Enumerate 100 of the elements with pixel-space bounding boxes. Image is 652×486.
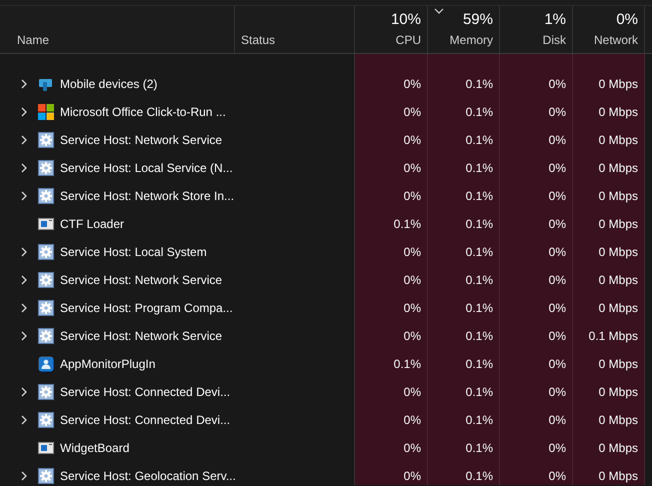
process-name: Service Host: Program Compa...	[60, 300, 233, 317]
table-cell: 0%	[355, 462, 428, 485]
table-cell: 0%	[355, 182, 428, 210]
column-total: 0%	[616, 12, 638, 28]
column-label: CPU	[396, 32, 421, 49]
gear-icon	[38, 160, 54, 176]
table-cell: 0.1%	[355, 350, 428, 378]
column-total: 1%	[544, 12, 566, 28]
table-cell: 0 Mbps	[573, 406, 645, 434]
process-name: Service Host: Network Store In...	[60, 188, 234, 205]
table-cell: 0.1 Mbps	[573, 322, 645, 350]
column-label: Memory	[450, 32, 493, 49]
table-cell: 0%	[355, 378, 428, 406]
table-cell: 0%	[355, 98, 428, 126]
table-cell: 0%	[500, 182, 573, 210]
process-name: Service Host: Local System	[60, 244, 207, 261]
table-cell: 0.1%	[355, 210, 428, 238]
table-cell: 0%	[500, 462, 573, 485]
table-cell	[428, 54, 500, 70]
table-cell: 0%	[500, 266, 573, 294]
table-cell: 0%	[355, 406, 428, 434]
column-label: Name	[17, 32, 50, 49]
table-cell: 0.1%	[428, 210, 500, 238]
gear-icon	[38, 468, 54, 484]
process-name: Service Host: Connected Devi...	[60, 412, 230, 429]
table-cell: 0.1%	[428, 350, 500, 378]
table-cell	[573, 54, 645, 70]
table-cell: 0%	[355, 238, 428, 266]
table-cell: 0%	[355, 154, 428, 182]
table-cell: 0%	[500, 126, 573, 154]
table-cell: 0 Mbps	[573, 126, 645, 154]
table-cell: 0 Mbps	[573, 378, 645, 406]
table-cell: 0.1%	[428, 378, 500, 406]
table-cell: 0 Mbps	[573, 434, 645, 462]
column-header[interactable]: 0% Network	[573, 6, 645, 53]
table-cell: 0.1%	[428, 182, 500, 210]
window-icon	[38, 216, 54, 232]
table-cell: 0%	[500, 350, 573, 378]
table-cell: 0%	[500, 154, 573, 182]
four-squares-icon	[38, 104, 54, 120]
process-name: Mobile devices (2)	[60, 76, 158, 93]
table-cell: 0%	[500, 70, 573, 98]
column-label: Status	[241, 32, 276, 49]
device-icon	[38, 76, 54, 92]
gear-icon	[38, 300, 54, 316]
process-name: Service Host: Connected Devi...	[60, 384, 230, 401]
table-cell: 0.1%	[428, 406, 500, 434]
table-cell: 0%	[355, 294, 428, 322]
table-cell: 0 Mbps	[573, 462, 645, 485]
table-cell: 0 Mbps	[573, 182, 645, 210]
window-icon	[38, 440, 54, 456]
process-name: Microsoft Office Click-to-Run ...	[60, 104, 226, 121]
process-name: CTF Loader	[60, 216, 124, 233]
table-cell: 0 Mbps	[573, 238, 645, 266]
table-cell: 0%	[355, 434, 428, 462]
process-name: AppMonitorPlugIn	[60, 356, 156, 373]
table-cell: 0%	[500, 322, 573, 350]
table-cell: 0%	[500, 98, 573, 126]
gear-icon	[38, 272, 54, 288]
gear-icon	[38, 412, 54, 428]
process-name: Service Host: Network Service	[60, 132, 222, 149]
table-cell: 0 Mbps	[573, 210, 645, 238]
process-name: Service Host: Network Service	[60, 328, 222, 345]
process-name: Service Host: Network Service	[60, 272, 222, 289]
table-cell: 0%	[500, 434, 573, 462]
table-cell: 0%	[500, 294, 573, 322]
column-total: 59%	[462, 12, 493, 28]
table-cell: 0.1%	[428, 294, 500, 322]
column-label: Network	[594, 32, 638, 49]
gear-icon	[38, 188, 54, 204]
app-icon	[38, 356, 54, 372]
table-cell: 0%	[355, 70, 428, 98]
gear-icon	[38, 328, 54, 344]
table-cell: 0.1%	[428, 126, 500, 154]
table-cell: 0.1%	[428, 266, 500, 294]
column-header[interactable]: 59% Memory	[428, 6, 500, 53]
table-cell: 0.1%	[428, 434, 500, 462]
table-cell: 0.1%	[428, 70, 500, 98]
table-cell: 0%	[355, 266, 428, 294]
table-cell: 0 Mbps	[573, 294, 645, 322]
table-cell: 0%	[500, 210, 573, 238]
process-name: Service Host: Geolocation Serv...	[60, 468, 235, 485]
table-cell: 0 Mbps	[573, 266, 645, 294]
table-cell: 0%	[500, 238, 573, 266]
table-cell: 0.1%	[428, 238, 500, 266]
table-cell: 0 Mbps	[573, 350, 645, 378]
column-header[interactable]: Name	[0, 6, 235, 53]
table-cell: 0 Mbps	[573, 70, 645, 98]
column-label: Disk	[542, 32, 566, 49]
gear-icon	[38, 384, 54, 400]
gear-icon	[38, 244, 54, 260]
column-header[interactable]: 1% Disk	[500, 6, 573, 53]
process-name: WidgetBoard	[60, 440, 130, 457]
table-cell: 0%	[500, 378, 573, 406]
process-name: Service Host: Local Service (N...	[60, 160, 233, 177]
table-cell: 0.1%	[428, 98, 500, 126]
column-header[interactable]: 10% CPU	[355, 6, 428, 53]
column-header[interactable]: Status	[235, 6, 355, 53]
table-cell: 0.1%	[428, 462, 500, 485]
table-cell: 0 Mbps	[573, 98, 645, 126]
